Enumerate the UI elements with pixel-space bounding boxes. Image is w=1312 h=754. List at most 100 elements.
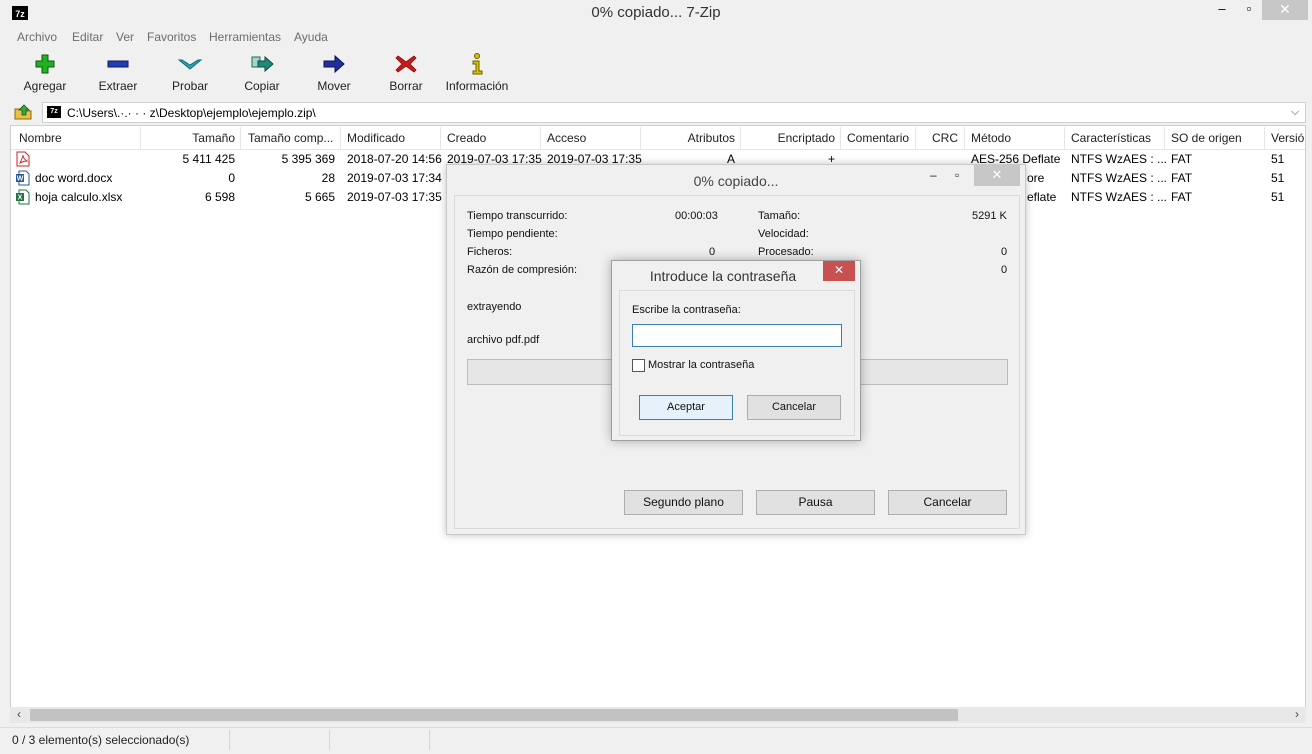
password-close-button[interactable]: ✕ — [823, 261, 855, 281]
scroll-thumb[interactable] — [30, 709, 958, 721]
col-atributos[interactable]: Atributos — [641, 131, 735, 145]
col-caracteristicas[interactable]: Características — [1071, 131, 1151, 145]
folder-up-icon[interactable] — [14, 104, 32, 120]
file-size: 0 — [228, 171, 235, 185]
elapsed-value: 00:00:03 — [675, 210, 718, 222]
scroll-left-icon[interactable]: ‹ — [12, 707, 26, 723]
col-modificado[interactable]: Modificado — [347, 131, 405, 145]
accept-button[interactable]: Aceptar — [639, 395, 733, 420]
background-button[interactable]: Segundo plano — [624, 490, 743, 515]
menu-herramientas[interactable]: Herramientas — [209, 30, 281, 44]
show-password-label[interactable]: Mostrar la contraseña — [648, 359, 754, 371]
extract-button[interactable]: Extraer — [90, 48, 146, 98]
horizontal-scrollbar[interactable]: ‹ › — [10, 707, 1306, 723]
cancel-button[interactable]: Cancelar — [747, 395, 841, 420]
archive-icon: 7z — [47, 106, 61, 118]
file-name: hoja calculo.xlsx — [35, 190, 123, 204]
file-host-os: FAT — [1171, 171, 1193, 185]
file-name: doc word.docx — [35, 171, 113, 185]
menu-favoritos[interactable]: Favoritos — [147, 30, 196, 44]
close-button[interactable]: ✕ — [1262, 0, 1308, 20]
delete-button[interactable]: Borrar — [378, 48, 434, 98]
file-characteristics: NTFS WzAES : ... — [1071, 152, 1168, 166]
minimize-button[interactable]: ‒ — [1208, 0, 1236, 20]
menu-bar: Archivo Editar Ver Favoritos Herramienta… — [10, 29, 1306, 47]
cancel-extraction-button[interactable]: Cancelar — [888, 490, 1007, 515]
main-window: 7z 0% copiado... 7-Zip ‒ ▫ ✕ Archivo Edi… — [0, 0, 1312, 754]
title-bar[interactable]: 7z 0% copiado... 7-Zip ‒ ▫ ✕ — [0, 0, 1312, 27]
file-method: ore — [1027, 171, 1045, 185]
file-size: 5 411 425 — [182, 152, 236, 166]
pause-button[interactable]: Pausa — [756, 490, 875, 515]
packed-value: 0 — [1001, 264, 1008, 276]
copy-label: Copiar — [244, 79, 280, 93]
col-creado[interactable]: Creado — [447, 131, 486, 145]
files-label: Ficheros: — [467, 246, 513, 258]
pdf-file-icon — [16, 151, 30, 167]
info-button[interactable]: Información — [442, 48, 512, 98]
password-dialog-title: Introduce la contraseña — [649, 268, 797, 284]
add-button[interactable]: Agregar — [16, 48, 74, 98]
window-title: 0% copiado... 7-Zip — [591, 4, 721, 21]
progress-maximize-button[interactable]: ▫ — [955, 168, 959, 182]
column-separator — [840, 127, 841, 149]
scroll-right-icon[interactable]: › — [1290, 707, 1304, 723]
path-text[interactable]: C:\Users\.·.· · · z\Desktop\ejemplo\ejem… — [67, 106, 316, 120]
extract-icon — [107, 60, 129, 68]
status-text: 0 / 3 elemento(s) seleccionado(s) — [12, 733, 190, 747]
column-separator — [440, 127, 441, 149]
col-version[interactable]: Versió — [1271, 131, 1304, 145]
extract-label: Extraer — [98, 79, 138, 93]
file-size: 6 598 — [204, 190, 235, 204]
file-host-os: FAT — [1171, 152, 1193, 166]
menu-ayuda[interactable]: Ayuda — [294, 30, 328, 44]
menu-archivo[interactable]: Archivo — [17, 30, 57, 44]
col-encriptado[interactable]: Encriptado — [741, 131, 835, 145]
menu-ver[interactable]: Ver — [116, 30, 134, 44]
col-acceso[interactable]: Acceso — [547, 131, 586, 145]
file-characteristics: NTFS WzAES : ... — [1071, 190, 1168, 204]
operation-label: extrayendo — [467, 301, 522, 313]
toolbar: Agregar Extraer Probar Copiar Mover Borr… — [10, 48, 1306, 100]
col-tamano-comp[interactable]: Tamaño comp... — [248, 131, 333, 145]
progress-dialog-title: 0% copiado... — [693, 173, 779, 189]
column-separator — [1264, 127, 1265, 149]
file-version: 51 — [1271, 171, 1285, 185]
chevron-down-icon[interactable]: ⌵ — [1287, 103, 1303, 122]
column-separator — [1064, 127, 1065, 149]
file-method: eflate — [1027, 190, 1057, 204]
col-tamano[interactable]: Tamaño — [141, 131, 235, 145]
maximize-button[interactable]: ▫ — [1236, 0, 1262, 20]
move-icon — [323, 54, 345, 74]
processed-label: Procesado: — [758, 246, 814, 258]
menu-editar[interactable]: Editar — [72, 30, 103, 44]
show-password-checkbox[interactable] — [632, 359, 645, 372]
address-bar: 7z C:\Users\.·.· · · z\Desktop\ejemplo\e… — [10, 101, 1306, 124]
move-label: Mover — [317, 79, 351, 93]
password-body: Escribe la contraseña: Mostrar la contra… — [619, 290, 855, 436]
size-value: 5291 K — [972, 210, 1007, 222]
file-modified: 2019-07-03 17:34 — [347, 171, 442, 185]
col-crc[interactable]: CRC — [916, 131, 958, 145]
test-button[interactable]: Probar — [162, 48, 218, 98]
file-packed-size: 5 395 369 — [281, 152, 335, 166]
col-metodo[interactable]: Método — [971, 131, 1011, 145]
word-file-icon: W — [16, 170, 30, 186]
password-input[interactable] — [632, 324, 842, 347]
col-nombre[interactable]: Nombre — [19, 131, 62, 145]
svg-text:X: X — [18, 195, 23, 202]
add-icon — [35, 54, 55, 74]
progress-close-button[interactable]: ✕ — [974, 165, 1020, 186]
file-host-os: FAT — [1171, 190, 1193, 204]
info-label: Información — [445, 79, 509, 93]
progress-minimize-button[interactable]: ‒ — [930, 168, 937, 182]
size-label: Tamaño: — [758, 210, 801, 222]
col-comentario[interactable]: Comentario — [847, 131, 909, 145]
path-field[interactable]: 7z C:\Users\.·.· · · z\Desktop\ejemplo\e… — [42, 102, 1306, 123]
col-so-origen[interactable]: SO de origen — [1171, 131, 1242, 145]
file-version: 51 — [1271, 190, 1285, 204]
processed-value: 0 — [1001, 246, 1008, 258]
copy-button[interactable]: Copiar — [234, 48, 290, 98]
move-button[interactable]: Mover — [306, 48, 362, 98]
status-separator — [229, 730, 230, 750]
